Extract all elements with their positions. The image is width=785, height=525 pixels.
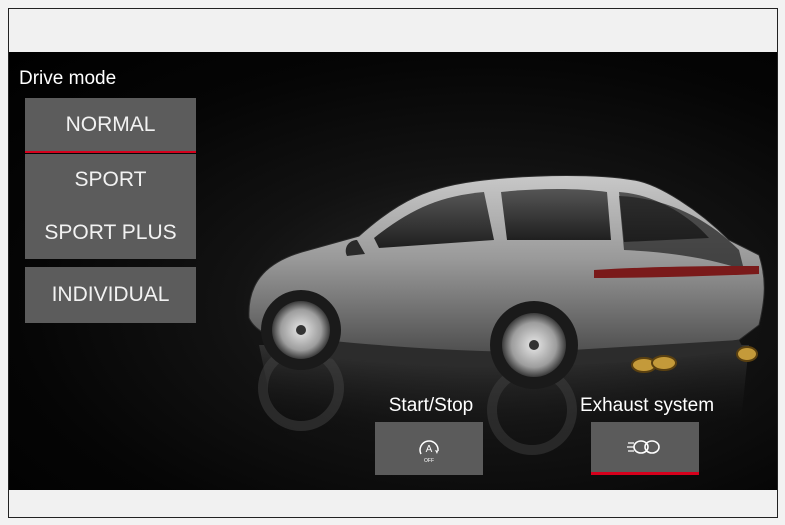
sport-exhaust-icon (627, 440, 660, 454)
mode-normal-button[interactable]: NORMAL (25, 98, 196, 153)
drive-mode-screen: Drive mode NORMAL SPORT SPORT PLUS INDIV… (9, 52, 777, 490)
exhaust-system-label: Exhaust system (579, 395, 715, 416)
mode-individual-label: INDIVIDUAL (51, 283, 170, 306)
mode-individual-button[interactable]: INDIVIDUAL (25, 267, 196, 323)
page-title: Drive mode (19, 68, 117, 89)
mode-normal-label: NORMAL (65, 112, 156, 136)
mode-sport-plus-label: SPORT PLUS (44, 220, 177, 244)
mode-sport-button[interactable]: SPORT (25, 154, 196, 206)
exhaust-system-button[interactable] (591, 422, 699, 475)
auto-start-stop-off-icon: A OFF (419, 439, 439, 464)
mode-sport-plus-button[interactable]: SPORT PLUS (25, 206, 196, 259)
start-stop-icon-off: OFF (424, 458, 434, 464)
start-stop-button[interactable]: A OFF (375, 422, 483, 475)
mode-sport-label: SPORT (74, 168, 147, 191)
start-stop-label: Start/Stop (388, 395, 474, 416)
start-stop-icon-letter: A (426, 444, 433, 455)
